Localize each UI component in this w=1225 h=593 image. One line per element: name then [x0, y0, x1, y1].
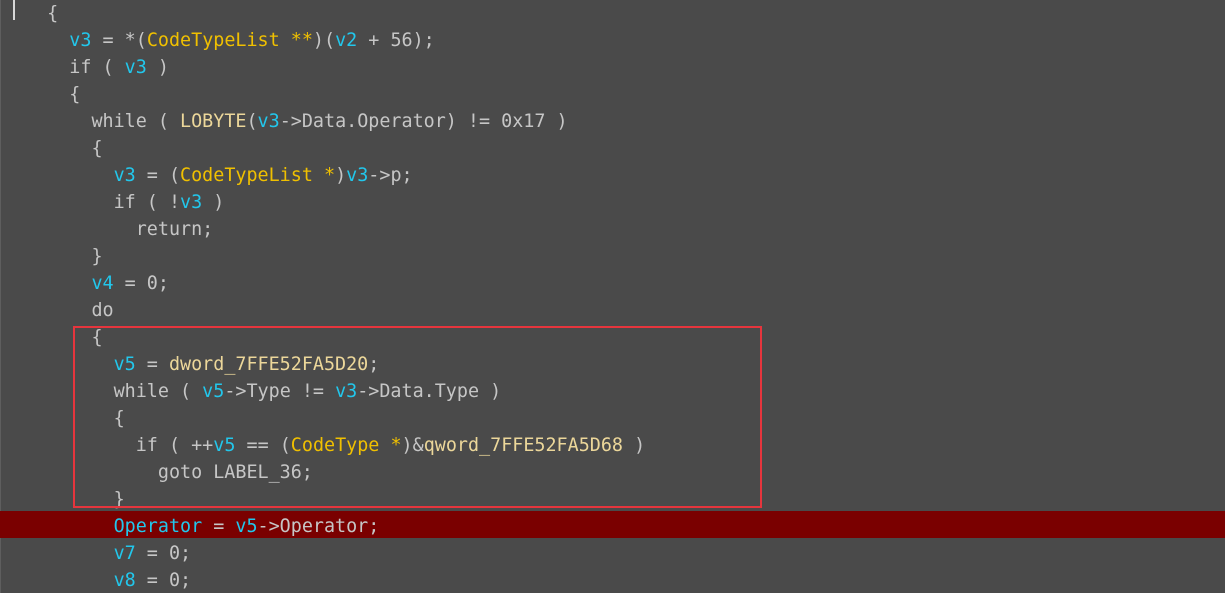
- code-token: {: [47, 3, 59, 24]
- code-token: + 56);: [357, 30, 435, 51]
- code-token: do: [91, 300, 114, 321]
- code-token: v3: [124, 57, 147, 78]
- code-line[interactable]: v4 = 0;: [25, 270, 169, 297]
- code-token: ( !: [135, 192, 181, 213]
- code-token: = (: [135, 165, 181, 186]
- code-token: CodeTypeList: [146, 30, 280, 51]
- code-token: CodeTypeList: [180, 165, 313, 186]
- code-line[interactable]: Operator = v5->Operator;: [25, 513, 380, 540]
- code-token: ->Operator;: [257, 516, 380, 537]
- code-token: ): [146, 57, 169, 78]
- pseudocode-editor[interactable]: { v3 = *(CodeTypeList **)(v2 + 56); if (…: [0, 0, 1225, 593]
- code-token: v3: [113, 165, 136, 186]
- code-token: {: [69, 84, 81, 105]
- code-token: v3: [180, 192, 203, 213]
- code-line[interactable]: {: [25, 135, 103, 162]
- code-token: v3: [257, 111, 280, 132]
- code-token: v3: [346, 165, 369, 186]
- text-cursor: [13, 0, 15, 20]
- code-line[interactable]: v3 = *(CodeTypeList **)(v2 + 56);: [25, 27, 435, 54]
- code-token: ->Data.Operator) != 0x17 ): [279, 111, 568, 132]
- code-token: )(: [312, 30, 336, 51]
- code-token: return;: [135, 219, 214, 240]
- code-token: **: [279, 30, 313, 51]
- code-token: = 0;: [135, 570, 192, 591]
- code-token: Operator: [113, 516, 203, 537]
- selection-box: [73, 326, 762, 508]
- code-token: v5: [235, 516, 258, 537]
- code-token: if: [113, 192, 136, 213]
- code-token: {: [91, 138, 103, 159]
- code-token: v8: [113, 570, 136, 591]
- code-token: LOBYTE: [180, 111, 247, 132]
- code-line[interactable]: }: [25, 243, 103, 270]
- code-line[interactable]: do: [25, 297, 114, 324]
- code-line[interactable]: {: [25, 81, 80, 108]
- code-token: (: [246, 111, 258, 132]
- code-line[interactable]: if ( !v3 ): [25, 189, 225, 216]
- code-token: ): [335, 165, 347, 186]
- code-token: *: [312, 165, 336, 186]
- code-token: v4: [91, 273, 114, 294]
- code-line[interactable]: v8 = 0;: [25, 567, 192, 593]
- code-line[interactable]: while ( LOBYTE(v3->Data.Operator) != 0x1…: [25, 108, 568, 135]
- code-token: v3: [69, 30, 92, 51]
- code-token: while: [91, 111, 147, 132]
- code-token: ): [202, 192, 225, 213]
- code-token: (: [91, 57, 125, 78]
- gutter-divider: [0, 0, 1, 593]
- code-token: = *(: [91, 30, 147, 51]
- code-token: =: [202, 516, 236, 537]
- code-line[interactable]: v3 = (CodeTypeList *)v3->p;: [25, 162, 413, 189]
- code-token: }: [91, 246, 103, 267]
- code-token: if: [69, 57, 92, 78]
- code-token: = 0;: [135, 543, 192, 564]
- code-line[interactable]: v7 = 0;: [25, 540, 192, 567]
- code-token: (: [146, 111, 181, 132]
- code-line[interactable]: {: [25, 0, 58, 27]
- code-token: v7: [113, 543, 136, 564]
- code-token: v2: [335, 30, 358, 51]
- code-line[interactable]: return;: [25, 216, 214, 243]
- code-line[interactable]: if ( v3 ): [25, 54, 169, 81]
- code-token: ->p;: [368, 165, 413, 186]
- code-token: = 0;: [113, 273, 169, 294]
